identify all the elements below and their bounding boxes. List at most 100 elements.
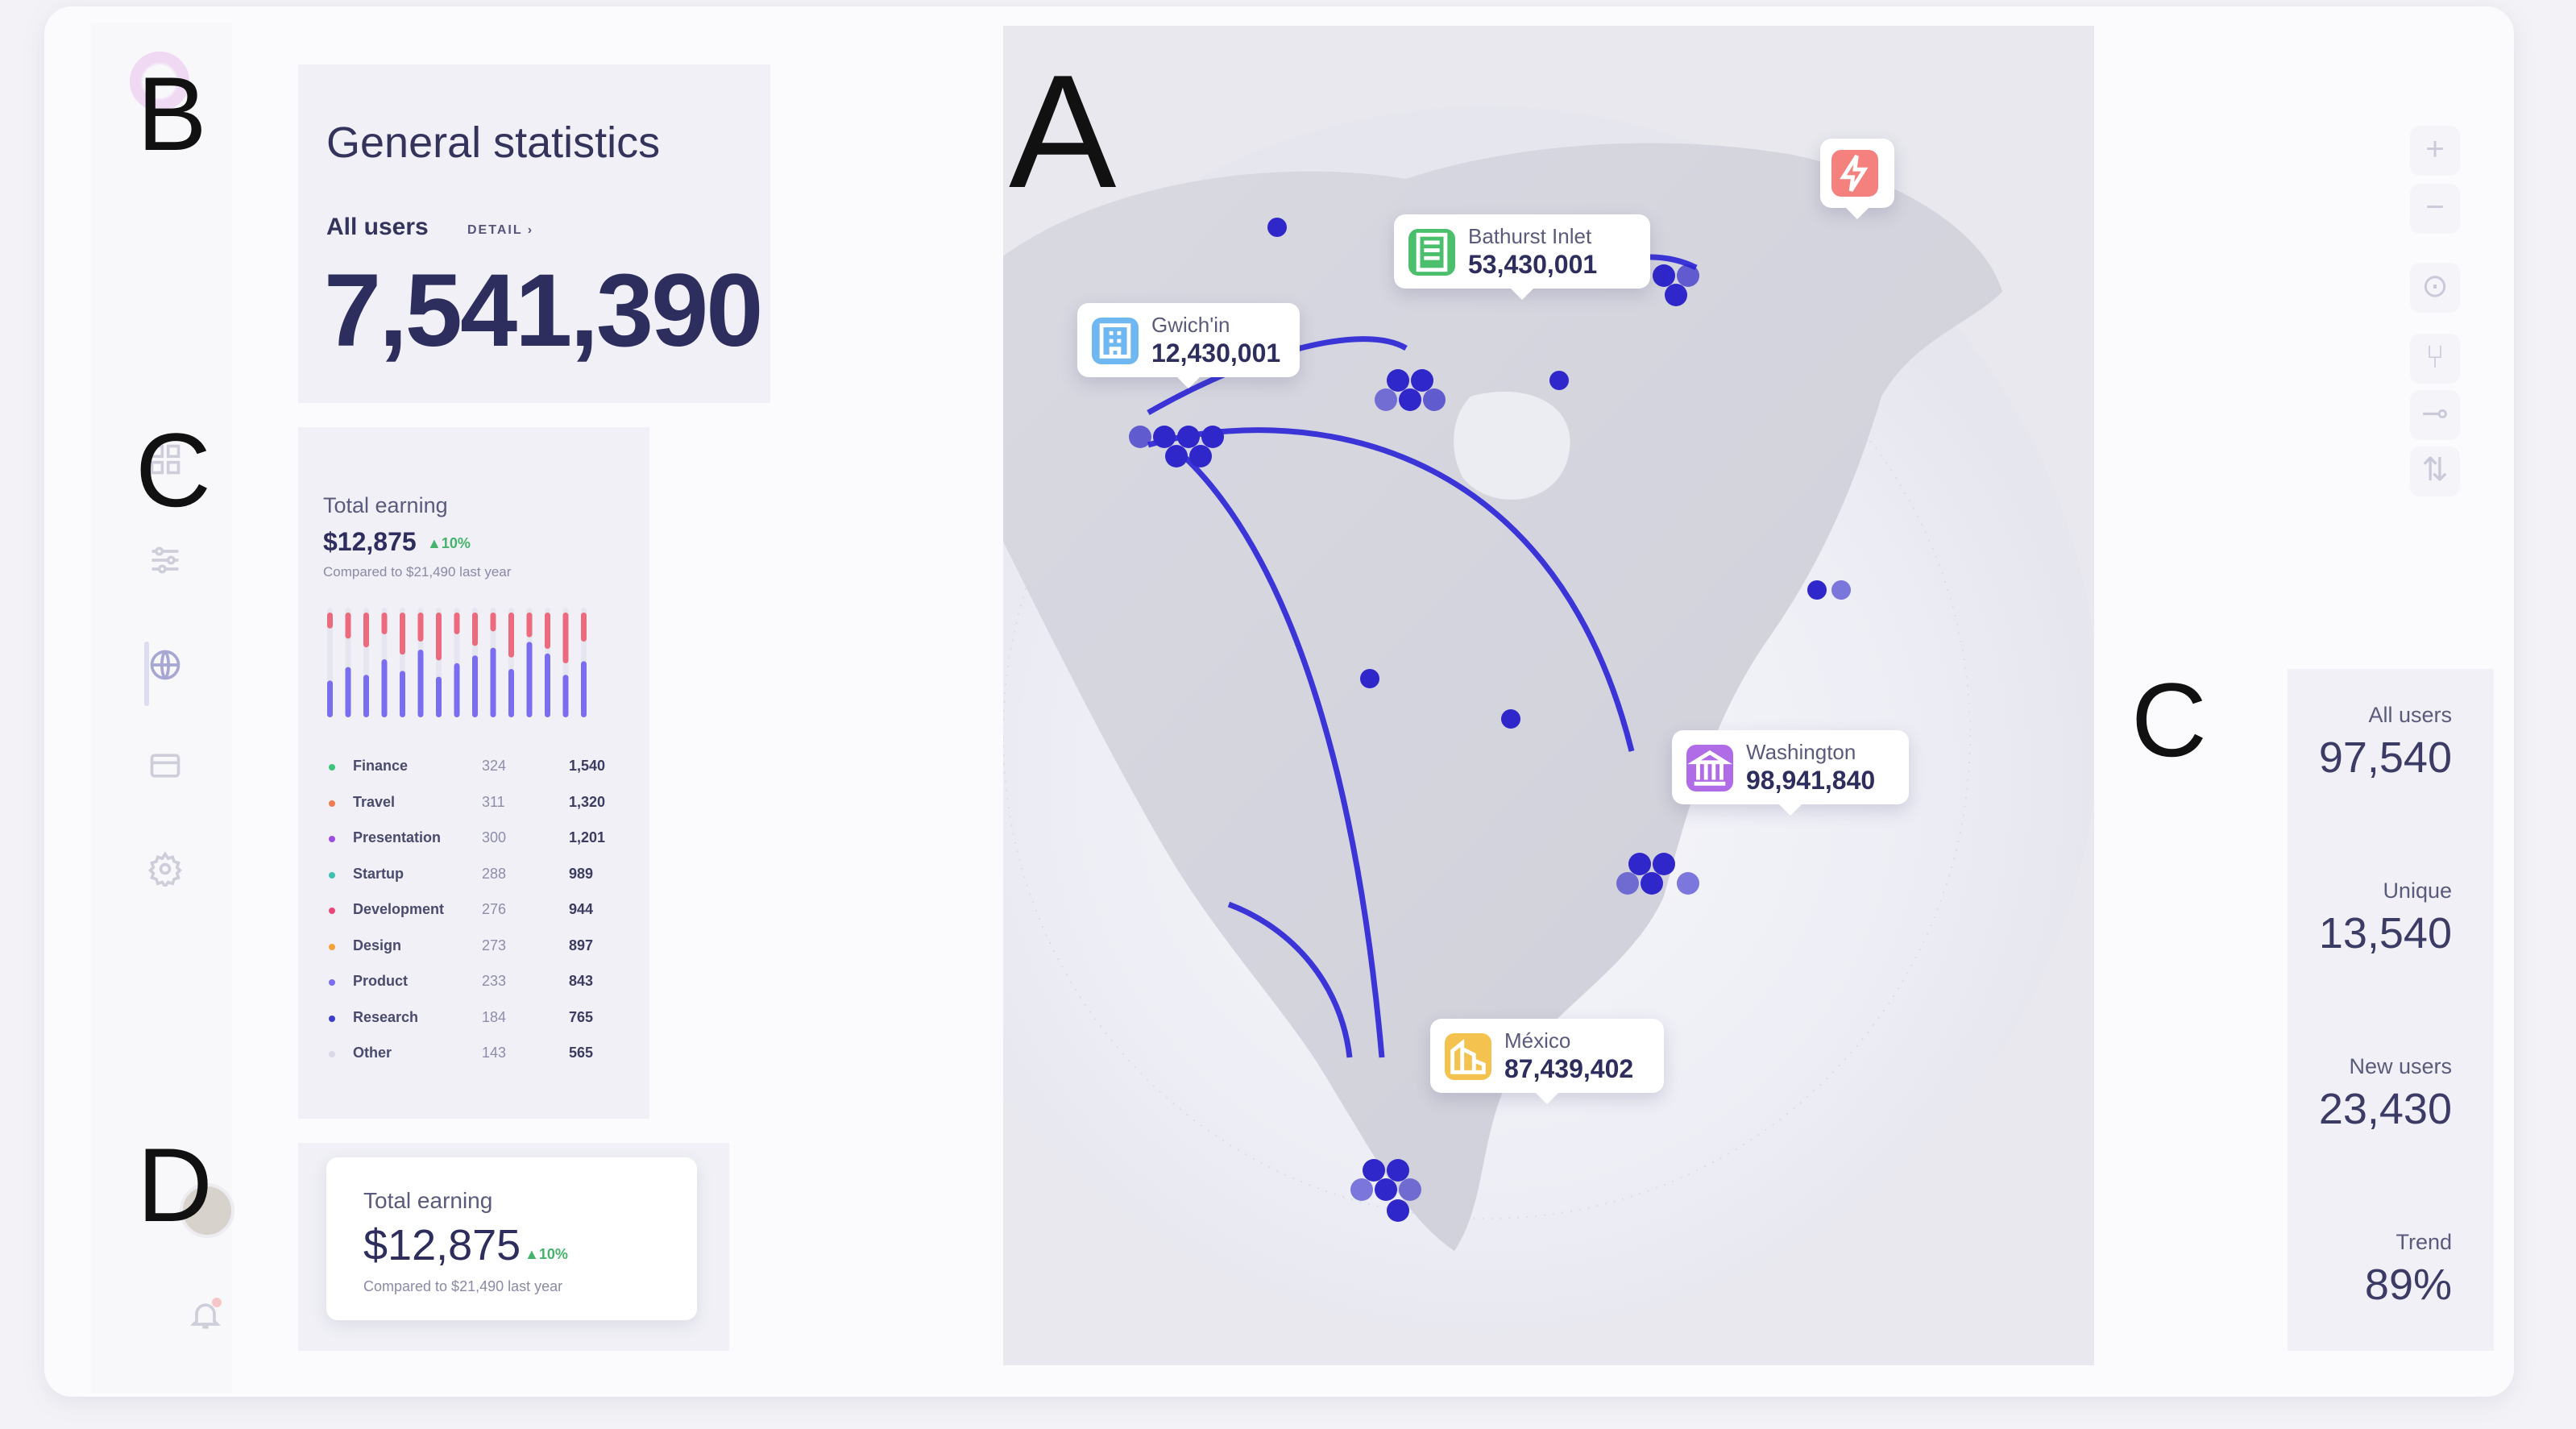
legend-total: 765 <box>569 1008 594 1025</box>
legend-row: Finance 324 1,540 <box>329 758 619 794</box>
notification-dot <box>212 1298 222 1307</box>
all-users-value: 7,541,390 <box>324 253 763 368</box>
legend-total: 989 <box>569 865 594 882</box>
pin-mexico[interactable]: México 87,439,402 <box>1430 1019 1664 1104</box>
stat-label: New users <box>2349 1054 2452 1078</box>
pin-value: 98,941,840 <box>1746 766 1876 795</box>
legend-total: 1,320 <box>569 793 606 810</box>
stat-unique: Unique 13,540 <box>2319 879 2452 958</box>
bar-red <box>454 613 460 634</box>
total-earning-chart-card: Total earning $12,875 ▲10% Compared to $… <box>298 427 649 1119</box>
building-icon <box>1092 318 1139 364</box>
zoom-in-button[interactable]: + <box>2410 126 2460 176</box>
overlay-letter-c2: C <box>2131 661 2207 779</box>
legend-count: 324 <box>482 758 507 774</box>
globe-icon[interactable] <box>147 647 183 683</box>
detail-link[interactable]: DETAIL › <box>467 223 533 238</box>
bar-purple <box>417 650 424 717</box>
commit-icon: ⊸ <box>2421 396 2449 431</box>
pin-name: Gwich'in <box>1151 313 1230 337</box>
stat-new-users: New users 23,430 <box>2319 1054 2452 1134</box>
legend-row: Research 184 765 <box>329 1009 619 1045</box>
legend-row: Travel 311 1,320 <box>329 794 619 830</box>
card-icon[interactable] <box>147 748 183 783</box>
legend-dot <box>329 836 335 842</box>
legend-total: 1,540 <box>569 758 606 774</box>
all-users-label: All users <box>326 214 429 240</box>
legend-dot <box>329 764 335 771</box>
bar-purple <box>381 659 388 717</box>
pin-value: 53,430,001 <box>1468 250 1598 279</box>
legend-total: 565 <box>569 1045 594 1061</box>
stat-all-users: All users 97,540 <box>2319 703 2452 783</box>
legend-dot <box>329 943 335 950</box>
bar-purple <box>436 676 442 717</box>
stat-value: 89% <box>2364 1261 2452 1309</box>
pin-name: Washington <box>1746 740 1856 764</box>
pin-washington[interactable]: Washington 98,941,840 <box>1672 730 1909 816</box>
sliders-icon[interactable] <box>147 542 183 578</box>
overlay-letter-c1: C <box>135 411 211 529</box>
bar-purple <box>345 667 351 717</box>
lightning-icon <box>1831 150 1878 197</box>
detail-label[interactable]: DETAIL <box>467 223 522 237</box>
legend-count: 276 <box>482 901 507 917</box>
legend-name: Research <box>353 1008 419 1025</box>
earning-card-percent: ▲10% <box>525 1246 568 1263</box>
pin-bathurst-inlet[interactable]: Bathurst Inlet 53,430,001 <box>1394 214 1650 300</box>
overlay-letter-d: D <box>137 1126 213 1244</box>
bell-icon[interactable] <box>188 1298 223 1333</box>
bar-red <box>526 613 533 638</box>
overlay-letter-a: A <box>1009 42 1117 222</box>
earning-value: $12,875 <box>323 527 417 556</box>
bar-purple <box>581 661 587 717</box>
legend-dot <box>329 979 335 986</box>
gear-icon[interactable] <box>147 851 183 890</box>
stat-trend: Trend 89% <box>2365 1230 2452 1310</box>
legend-name: Startup <box>353 865 404 882</box>
zoom-out-button[interactable]: − <box>2410 184 2460 234</box>
bar-red <box>562 613 569 663</box>
total-earning-card: Total earning $12,875 ▲10% Compared to $… <box>298 1143 729 1351</box>
legend-total: 1,201 <box>569 829 606 845</box>
pin-gwichin[interactable]: Gwich'in 12,430,001 <box>1077 303 1300 388</box>
earning-legend: Finance 324 1,540 Travel 311 1,320 Presentatio… <box>329 758 619 1081</box>
bar-red <box>327 613 333 629</box>
city-icon <box>1445 1033 1491 1080</box>
bar-red <box>400 613 405 655</box>
legend-count: 288 <box>482 865 507 882</box>
legend-row: Other 143 565 <box>329 1045 619 1081</box>
stat-label: All users <box>2368 703 2452 727</box>
earning-card-title: Total earning <box>363 1188 493 1213</box>
earning-compare: Compared to $21,490 last year <box>323 564 512 579</box>
locate-button[interactable]: ⊙ <box>2410 263 2460 313</box>
legend-row: Startup 288 989 <box>329 866 619 902</box>
pin-alert[interactable] <box>1820 139 1894 219</box>
commit-button[interactable]: ⊸ <box>2410 390 2460 440</box>
legend-count: 233 <box>482 973 507 989</box>
legend-name: Travel <box>353 793 396 810</box>
bar-red <box>581 613 587 642</box>
legend-total: 843 <box>569 973 594 989</box>
bank-icon <box>1686 745 1733 791</box>
chevron-right-icon: › <box>527 223 534 237</box>
arrow-up-icon: ▲ <box>427 535 442 551</box>
stat-label: Unique <box>2383 879 2452 903</box>
general-statistics-card: General statistics All users DETAIL › 7,… <box>298 64 770 403</box>
route-button[interactable]: ⑂ <box>2410 334 2460 384</box>
total-earning-inner: Total earning $12,875 ▲10% Compared to $… <box>326 1157 697 1320</box>
legend-count: 184 <box>482 1008 507 1025</box>
overlay-letter-b: B <box>137 55 207 172</box>
legend-total: 944 <box>569 901 594 917</box>
stat-value: 23,430 <box>2318 1085 2452 1133</box>
bar-red <box>363 613 369 648</box>
office-icon <box>1408 229 1455 276</box>
legend-count: 311 <box>482 793 505 810</box>
bar-purple <box>400 671 405 717</box>
swap-button[interactable]: ⇅ <box>2410 447 2460 496</box>
legend-name: Other <box>353 1045 392 1061</box>
bar-red <box>417 613 424 642</box>
general-statistics-title: General statistics <box>326 118 661 167</box>
bar-purple <box>526 642 533 717</box>
bar-purple <box>545 653 550 717</box>
